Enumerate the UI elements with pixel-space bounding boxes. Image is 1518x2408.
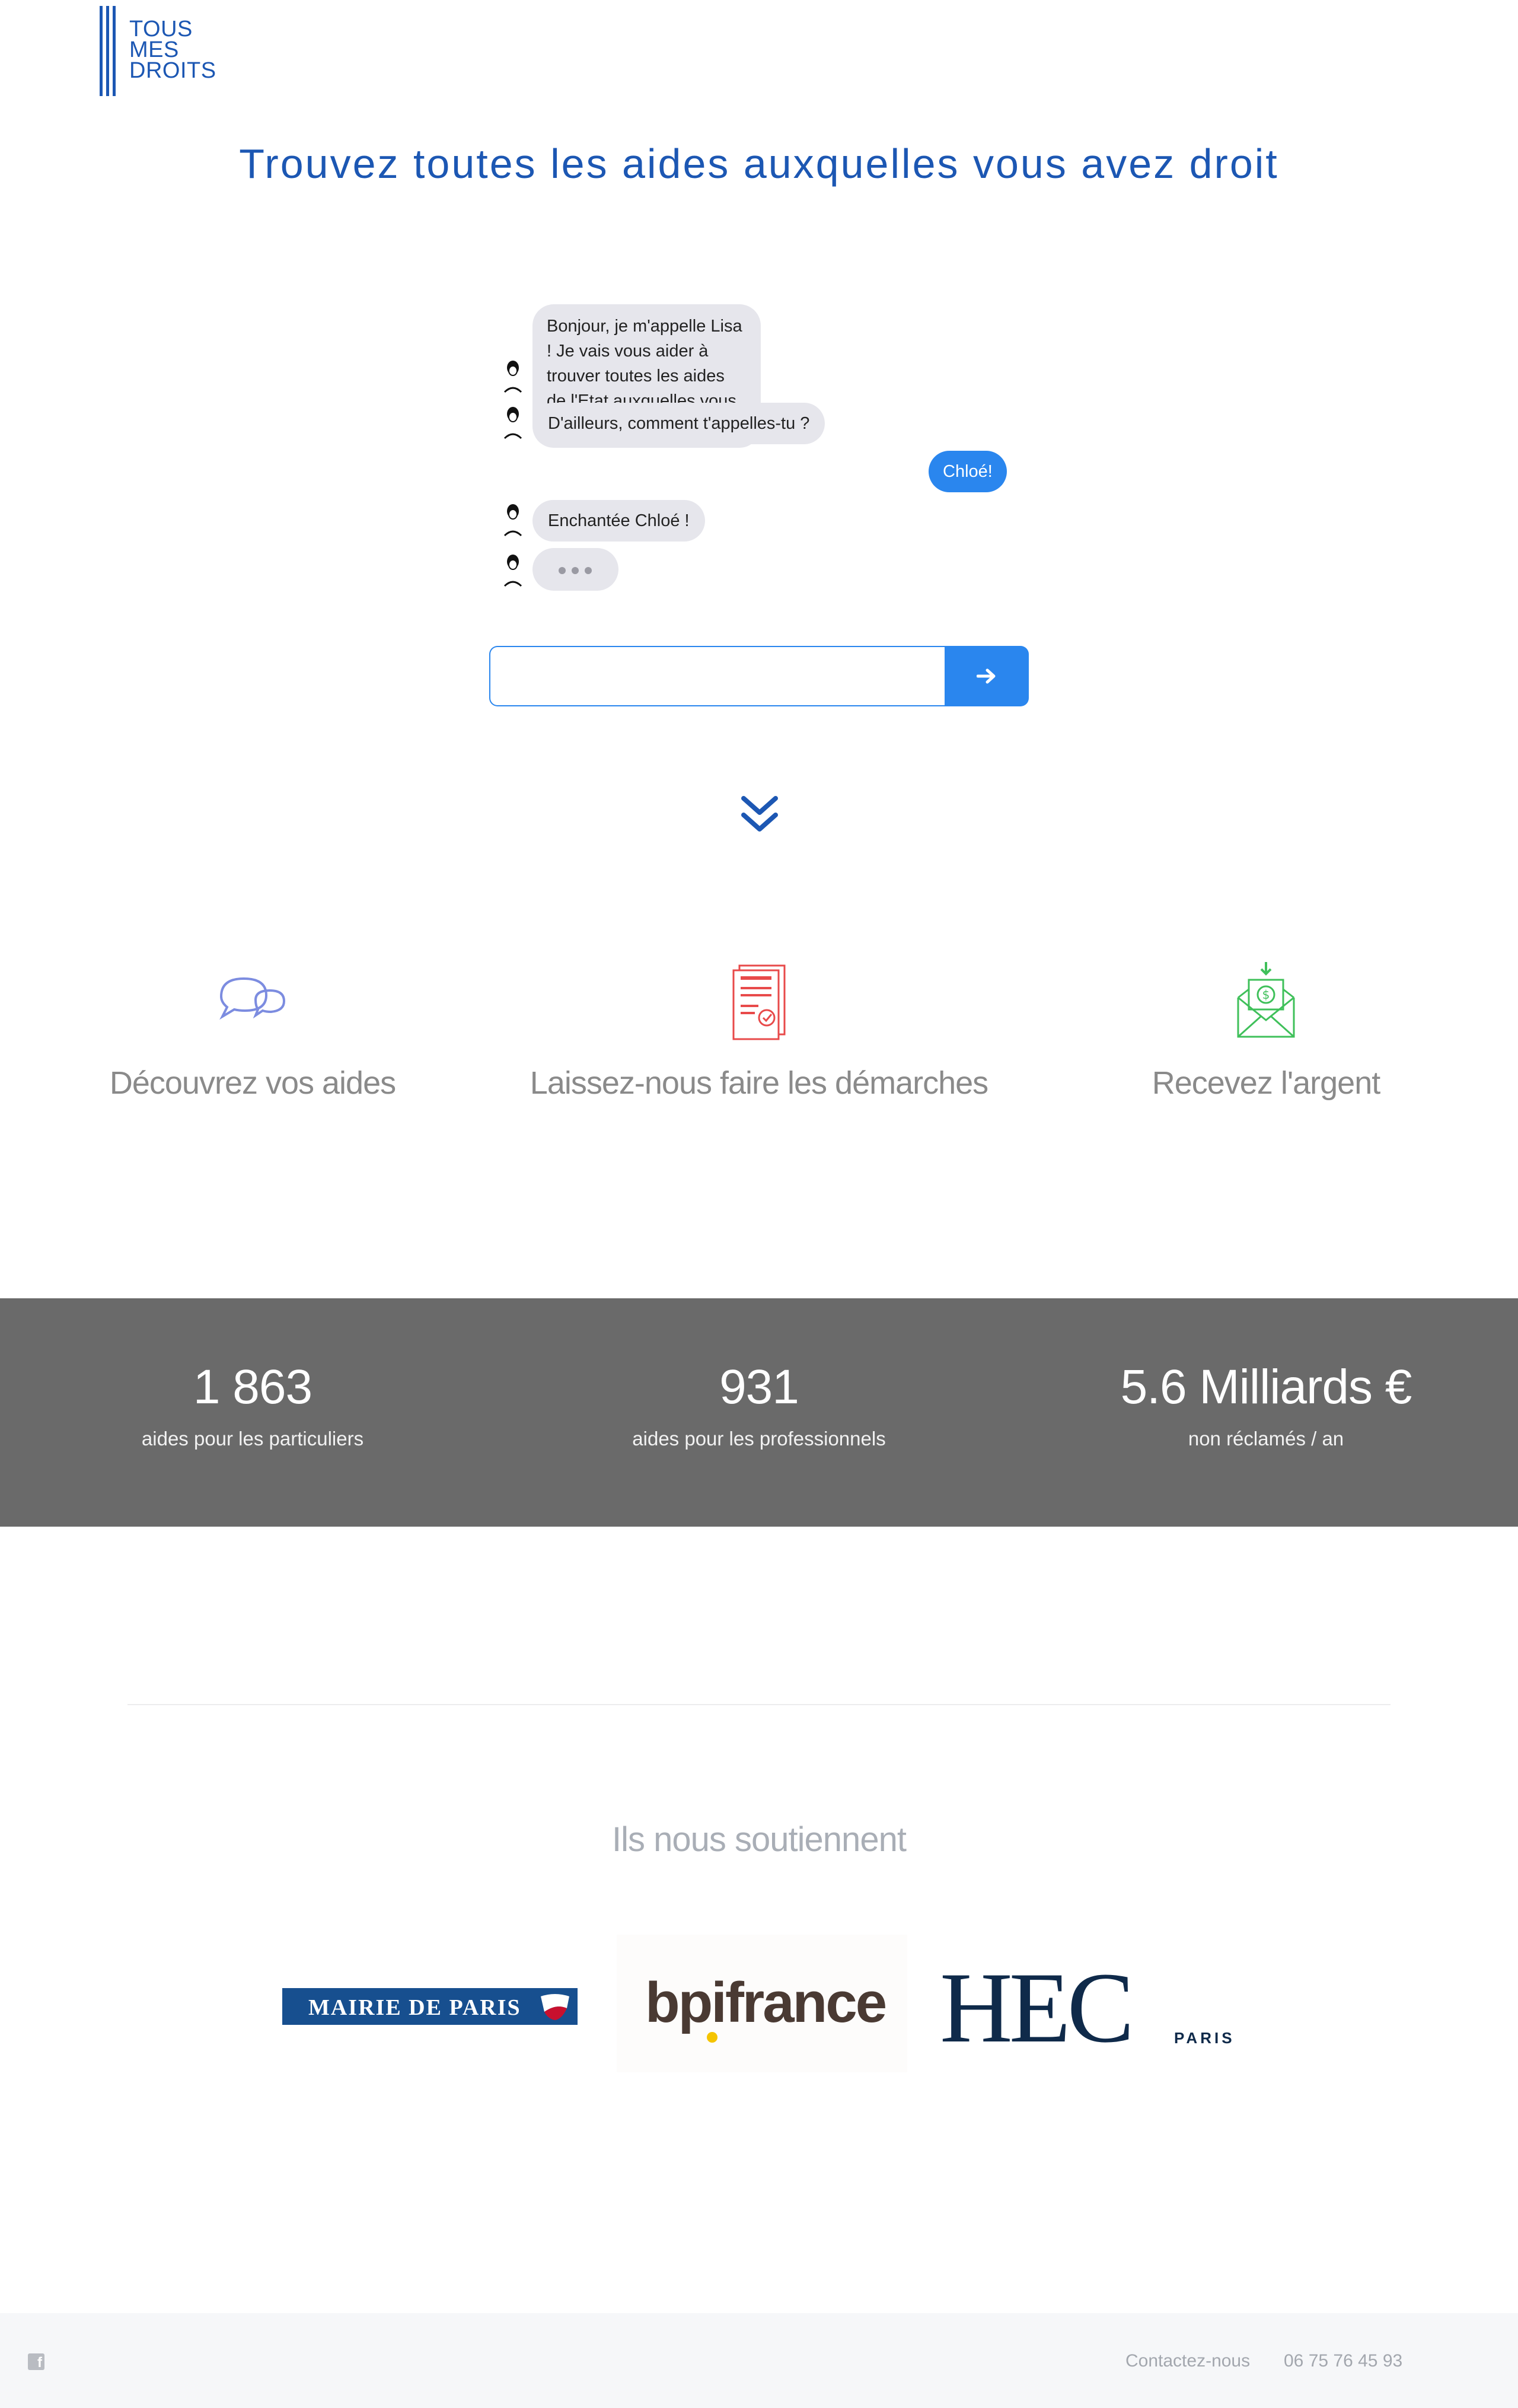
stat-value: 5.6 Milliards €	[1120, 1360, 1412, 1414]
logo-mairie-de-paris: MAIRIE DE PARIS	[282, 1988, 578, 2025]
stat-label: non réclamés / an	[1188, 1428, 1344, 1450]
svg-text:$: $	[1262, 988, 1270, 1002]
typing-indicator	[532, 548, 618, 591]
bot-avatar-icon	[501, 358, 525, 396]
stat-label: aides pour les particuliers	[141, 1428, 364, 1450]
bot-avatar-icon	[501, 552, 525, 590]
supporters-title: Ils nous soutiennent	[612, 1820, 907, 1859]
logo-hec-subtitle: PARIS	[1174, 2029, 1235, 2047]
document-check-icon	[732, 964, 786, 1040]
chat-message-bot: Enchantée Chloé !	[532, 500, 705, 542]
bot-avatar-icon	[501, 404, 525, 442]
logo-bars	[100, 6, 117, 96]
chat-message-user: Chloé!	[929, 451, 1007, 492]
chat-message-bot: D'ailleurs, comment t'appelles-tu ?	[532, 403, 825, 444]
paris-emblem-icon	[541, 1994, 569, 2020]
arrow-right-icon	[977, 668, 996, 684]
scroll-down-button[interactable]	[740, 795, 779, 834]
logo-hec-paris: HEC PARIS	[940, 1957, 1236, 2058]
footer: f Contactez-nous 06 75 76 45 93	[0, 2313, 1518, 2408]
stat-label: aides pour les professionnels	[632, 1428, 886, 1450]
stat-particuliers: 1 863 aides pour les particuliers	[101, 1358, 404, 1450]
chat-input[interactable]	[489, 646, 946, 706]
facebook-icon[interactable]: f	[28, 2353, 44, 2371]
phone-number[interactable]: 06 75 76 45 93	[1284, 2351, 1402, 2371]
logo-bpifrance: bpifrance	[617, 1935, 907, 2072]
page-headline: Trouvez toutes les aides auxquelles vous…	[239, 141, 1279, 187]
logo-hec-text: HEC	[940, 1952, 1134, 2063]
logo-line-1: TOUS	[129, 17, 193, 42]
step-demarches: Laissez-nous faire les démarches	[528, 961, 990, 1101]
step-discover: Découvrez vos aides	[101, 961, 404, 1101]
logo-line-2: MES	[129, 37, 179, 62]
logo-bpifrance-text: bpifrance	[645, 1971, 887, 2034]
logo-text: TOUS MES DROITS	[129, 17, 236, 83]
stats-band: 1 863 aides pour les particuliers 931 ai…	[0, 1298, 1518, 1527]
contact-link[interactable]: Contactez-nous	[1125, 2351, 1250, 2371]
stat-value: 931	[719, 1360, 799, 1414]
step-label: Laissez-nous faire les démarches	[530, 1065, 988, 1101]
bot-avatar-icon	[501, 501, 525, 539]
stat-non-reclames: 5.6 Milliards € non réclamés / an	[1091, 1358, 1441, 1450]
send-button[interactable]	[945, 646, 1029, 706]
stat-value: 1 863	[193, 1360, 312, 1414]
step-label: Découvrez vos aides	[109, 1065, 396, 1101]
section-divider	[127, 1704, 1391, 1705]
site-logo[interactable]: TOUS MES DROITS	[100, 6, 236, 98]
money-envelope-icon: $	[1237, 962, 1295, 1038]
logo-mairie-text: MAIRIE DE PARIS	[308, 1995, 521, 2020]
logo-line-3: DROITS	[129, 58, 216, 83]
step-receive: $ Recevez l'argent	[1115, 961, 1417, 1101]
step-label: Recevez l'argent	[1152, 1065, 1381, 1101]
stat-professionnels: 931 aides pour les professionnels	[605, 1358, 913, 1450]
chat-bubbles-icon	[219, 977, 286, 1020]
chevron-double-down-icon	[741, 796, 778, 832]
